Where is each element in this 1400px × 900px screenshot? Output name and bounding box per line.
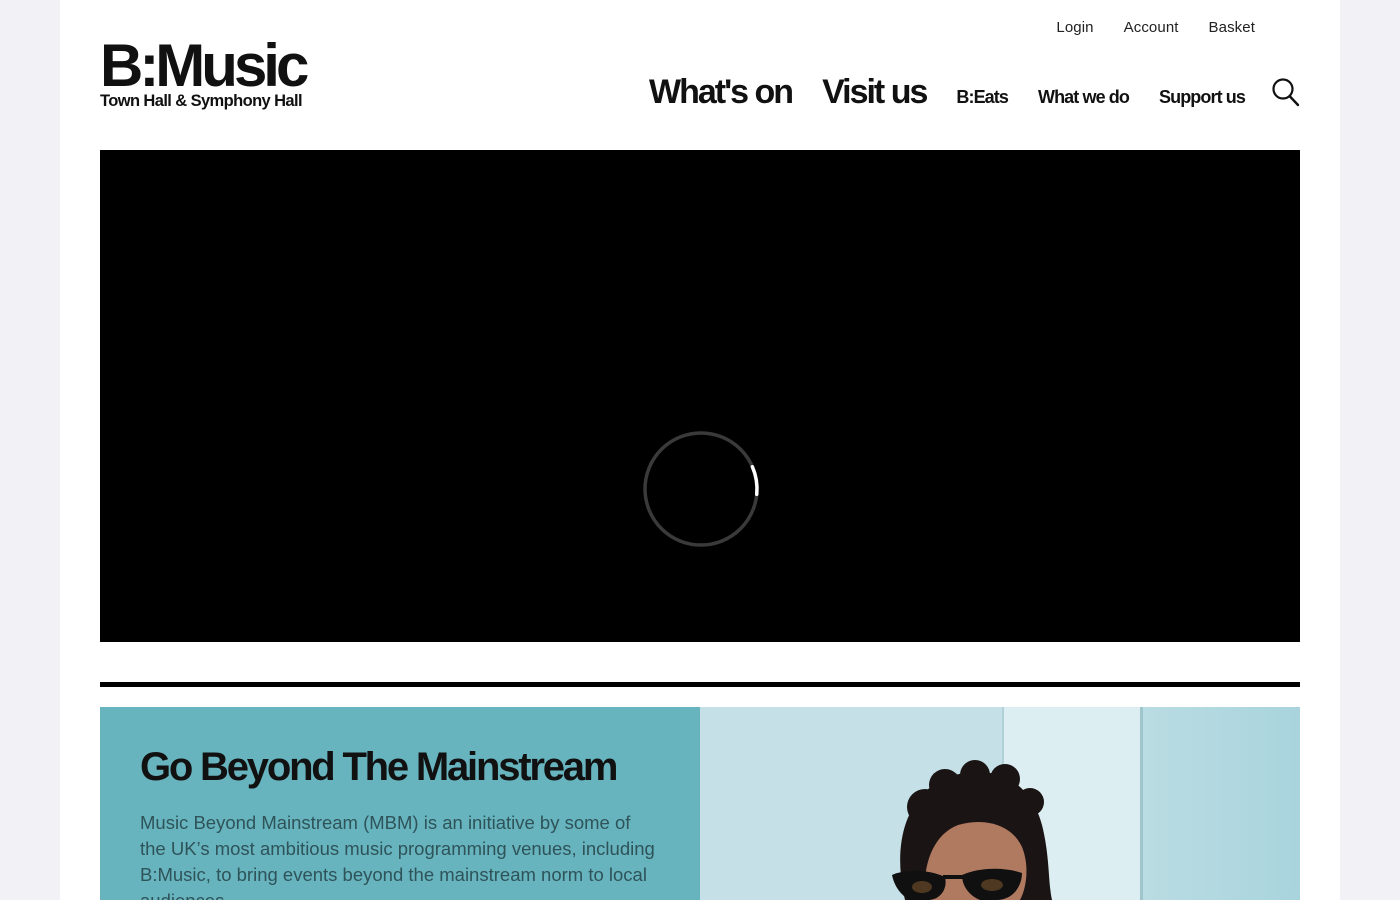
search-icon [1272,78,1300,107]
promo-text-panel: Go Beyond The Mainstream Music Beyond Ma… [100,707,700,900]
page: Login Account Basket B:Music Town Hall &… [60,0,1340,900]
main-nav: What's on Visit us B:Eats What we do Sup… [649,73,1246,112]
nav-support-us[interactable]: Support us [1159,87,1246,108]
search-button[interactable] [1272,78,1300,108]
promo-description: Music Beyond Mainstream (MBM) is an init… [140,812,655,900]
nav-visit-us[interactable]: Visit us [822,73,928,112]
section-divider [100,682,1300,687]
woman-in-sunglasses-photo [700,707,1300,900]
nav-b-eats[interactable]: B:Eats [956,87,1009,108]
nav-what-we-do[interactable]: What we do [1038,87,1130,108]
promo-title: Go Beyond The Mainstream [140,745,618,789]
site-logo[interactable]: B:Music Town Hall & Symphony Hall [100,32,309,111]
login-link[interactable]: Login [1056,19,1093,36]
basket-link[interactable]: Basket [1209,19,1255,36]
nav-whats-on[interactable]: What's on [649,73,794,112]
promo-card[interactable]: Go Beyond The Mainstream Music Beyond Ma… [100,707,1300,900]
logo-wordmark: B:Music [100,32,309,99]
utility-nav: Login Account Basket [1056,19,1255,36]
promo-image [700,707,1300,900]
logo-subtitle: Town Hall & Symphony Hall [100,92,303,110]
account-link[interactable]: Account [1124,19,1179,36]
hero-video[interactable] [100,150,1300,642]
loading-spinner-icon [643,431,759,547]
